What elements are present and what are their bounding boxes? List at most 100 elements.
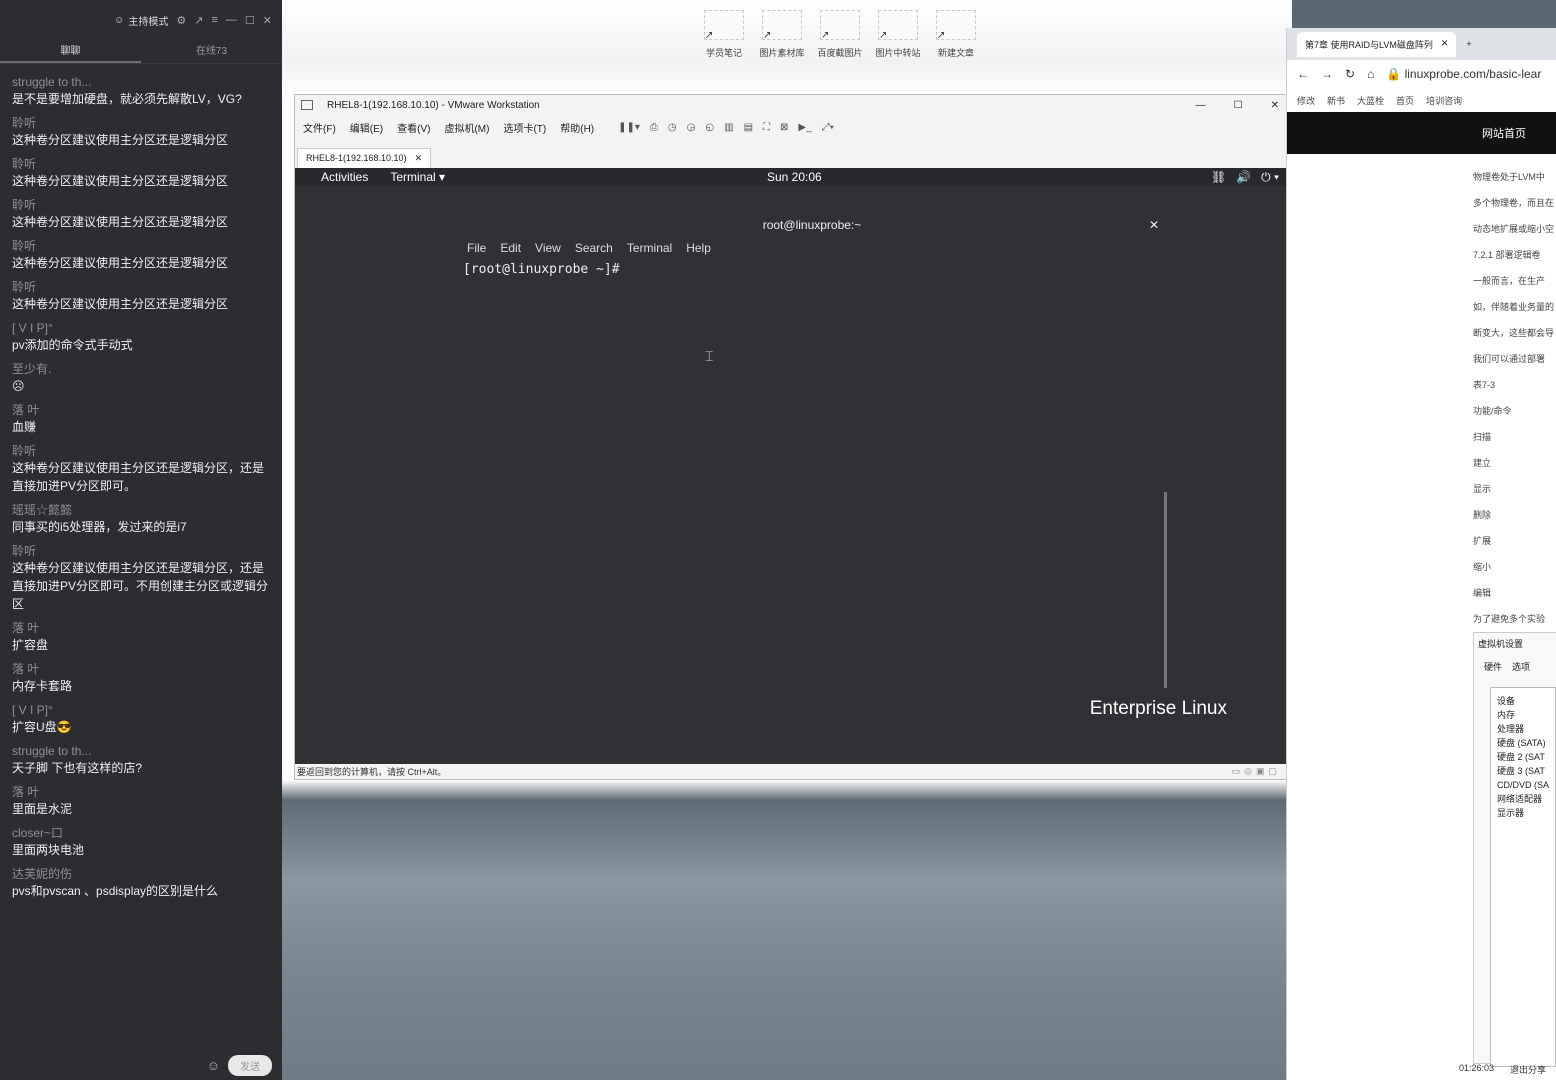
- device-item[interactable]: 网络适配器: [1497, 792, 1549, 806]
- device-item[interactable]: 硬盘 3 (SAT: [1497, 764, 1549, 778]
- menu-vm[interactable]: 虚拟机(M): [444, 120, 489, 135]
- browser-tab[interactable]: 第7章 使用RAID与LVM磁盘阵列 ✕: [1297, 31, 1457, 57]
- chat-username[interactable]: struggle to th...: [12, 743, 270, 759]
- menu-search[interactable]: Search: [575, 241, 613, 255]
- chat-username[interactable]: 落 叶: [12, 620, 270, 636]
- settings-icon[interactable]: ⚙: [176, 14, 186, 27]
- device-item[interactable]: 显示器: [1497, 806, 1549, 820]
- bookmark[interactable]: 大蓝栓: [1357, 94, 1384, 107]
- snapshot-icon[interactable]: ◷: [668, 122, 677, 133]
- nav-home-link[interactable]: 网站首页: [1482, 125, 1526, 141]
- emoji-icon[interactable]: ☺: [207, 1058, 220, 1073]
- menu-edit[interactable]: Edit: [500, 241, 521, 255]
- reload-icon[interactable]: ↻: [1345, 67, 1355, 81]
- chat-username[interactable]: struggle to th...: [12, 74, 270, 90]
- host-mode[interactable]: ☺ 主持模式: [114, 13, 168, 28]
- activities-button[interactable]: Activities: [321, 170, 368, 184]
- menu-help[interactable]: 帮助(H): [560, 120, 594, 135]
- chat-username[interactable]: 至少有.: [12, 361, 270, 377]
- device-status-icons[interactable]: ▭◎▣▢: [1232, 766, 1287, 777]
- thumbnail-icon[interactable]: ▤: [744, 122, 753, 133]
- chat-username[interactable]: [ V I P]°: [12, 320, 270, 336]
- chat-username[interactable]: 聆听: [12, 156, 270, 172]
- menu-file[interactable]: File: [467, 241, 486, 255]
- menu-edit[interactable]: 编辑(E): [350, 120, 383, 135]
- close-icon[interactable]: ✕: [415, 153, 423, 164]
- device-item[interactable]: 内存: [1497, 708, 1549, 722]
- chat-username[interactable]: [ V I P]°: [12, 702, 270, 718]
- menu-file[interactable]: 文件(F): [303, 120, 336, 135]
- system-tray[interactable]: ⛓ 🔊 ⏻ ▾: [1211, 170, 1279, 185]
- bookmark[interactable]: 培训咨询: [1426, 94, 1462, 107]
- menu-help[interactable]: Help: [686, 241, 711, 255]
- tab-chat[interactable]: 聊聊: [0, 40, 141, 63]
- desktop-icon[interactable]: 图片中转站: [876, 10, 921, 59]
- guest-screen[interactable]: Activities Terminal ▾ Sun 20:06 ⛓ 🔊 ⏻ ▾ …: [295, 168, 1287, 764]
- close-icon[interactable]: ✕: [1149, 218, 1159, 232]
- device-item[interactable]: 处理器: [1497, 722, 1549, 736]
- desktop-icon[interactable]: 百度截图片: [818, 10, 863, 59]
- console-icon[interactable]: ▶_: [798, 122, 811, 133]
- snapshot-manager-icon[interactable]: ◵: [705, 122, 714, 133]
- stretch-icon[interactable]: ⤢▾: [822, 122, 834, 133]
- chat-username[interactable]: 聆听: [12, 443, 270, 459]
- bookmark[interactable]: 修改: [1297, 94, 1315, 107]
- desktop-icon[interactable]: 新建文章: [934, 10, 978, 59]
- menu-view[interactable]: 查看(V): [397, 120, 430, 135]
- close-icon[interactable]: ✕: [1271, 100, 1279, 111]
- vmware-logo-icon: [301, 100, 313, 110]
- popout-icon[interactable]: ↗: [194, 14, 203, 27]
- clock[interactable]: Sun 20:06: [767, 170, 822, 184]
- desktop-icon[interactable]: 学员笔记: [702, 10, 746, 59]
- chat-username[interactable]: 聆听: [12, 543, 270, 559]
- pause-icon[interactable]: ❚❚▾: [618, 122, 640, 133]
- maximize-icon[interactable]: ☐: [1234, 100, 1243, 111]
- maximize-icon[interactable]: ☐: [245, 14, 255, 27]
- exit-share-button[interactable]: 退出分享: [1510, 1063, 1546, 1076]
- forward-icon[interactable]: →: [1321, 67, 1333, 81]
- minimize-icon[interactable]: —: [1196, 100, 1206, 111]
- send-button[interactable]: 发送: [228, 1054, 272, 1076]
- tab-options[interactable]: 选项: [1512, 660, 1530, 673]
- menu-terminal[interactable]: Terminal: [627, 241, 672, 255]
- chat-username[interactable]: 聆听: [12, 197, 270, 213]
- chat-username[interactable]: 落 叶: [12, 661, 270, 677]
- app-menu[interactable]: Terminal ▾: [390, 170, 445, 184]
- restore-snapshot-icon[interactable]: ◶: [687, 122, 696, 133]
- menu-icon[interactable]: ≡: [211, 14, 217, 26]
- device-item[interactable]: 硬盘 (SATA): [1497, 736, 1549, 750]
- chat-username[interactable]: 聆听: [12, 238, 270, 254]
- unity-icon[interactable]: ⊠: [780, 122, 788, 133]
- terminal-body[interactable]: [root@linuxprobe ~]#: [455, 258, 1169, 281]
- chat-username[interactable]: 聆听: [12, 115, 270, 131]
- send-keys-icon[interactable]: ⎙: [650, 122, 658, 133]
- device-item[interactable]: CD/DVD (SA: [1497, 778, 1549, 792]
- close-icon[interactable]: ✕: [263, 14, 272, 27]
- menu-view[interactable]: View: [535, 241, 561, 255]
- close-icon[interactable]: ✕: [1441, 38, 1449, 51]
- back-icon[interactable]: ←: [1297, 67, 1309, 81]
- terminal-menubar: File Edit View Search Terminal Help: [455, 238, 1169, 258]
- scrollbar[interactable]: [1164, 492, 1167, 688]
- new-tab-icon[interactable]: +: [1466, 39, 1471, 49]
- chat-username[interactable]: 落 叶: [12, 402, 270, 418]
- chat-username[interactable]: 瑶瑶☆懿懿: [12, 502, 270, 518]
- chat-username[interactable]: closer~口: [12, 825, 270, 841]
- sidebar-toggle-icon[interactable]: ▥: [724, 122, 733, 133]
- home-icon[interactable]: ⌂: [1367, 67, 1374, 81]
- chat-username[interactable]: 达芙妮的伤: [12, 866, 270, 882]
- shortcut-icon: [820, 10, 860, 41]
- tab-online[interactable]: 在线73: [141, 40, 282, 63]
- vm-tab[interactable]: RHEL8-1(192.168.10.10) ✕: [297, 148, 432, 168]
- device-item[interactable]: 硬盘 2 (SAT: [1497, 750, 1549, 764]
- fullscreen-icon[interactable]: ⛶: [763, 122, 770, 133]
- desktop-icon[interactable]: 图片素材库: [760, 10, 805, 59]
- bookmark[interactable]: 首页: [1396, 94, 1414, 107]
- tab-hardware[interactable]: 硬件: [1484, 660, 1502, 673]
- minimize-icon[interactable]: —: [226, 14, 237, 26]
- chat-username[interactable]: 落 叶: [12, 784, 270, 800]
- chat-username[interactable]: 聆听: [12, 279, 270, 295]
- menu-tabs[interactable]: 选项卡(T): [503, 120, 546, 135]
- url-field[interactable]: 🔒 linuxprobe.com/basic-lear: [1386, 67, 1541, 81]
- bookmark[interactable]: 新书: [1327, 94, 1345, 107]
